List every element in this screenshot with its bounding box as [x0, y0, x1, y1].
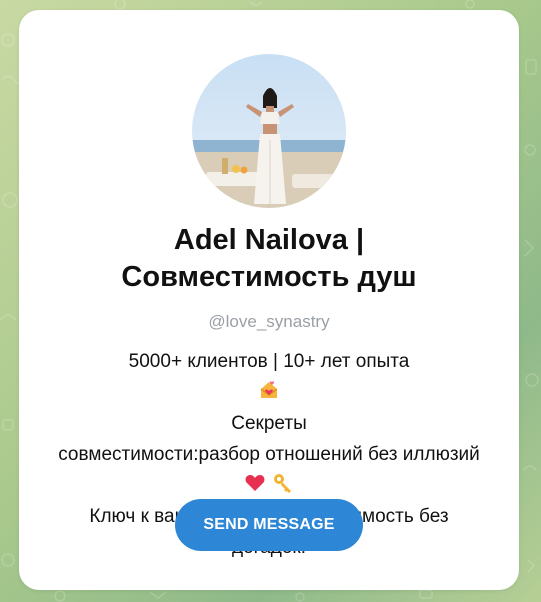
- bio-line-1-tail: Секреты: [231, 413, 307, 434]
- profile-name-line2: Совместимость душ: [121, 261, 417, 293]
- bio-line-1-text: 5000+ клиентов | 10+ лет опыта: [128, 351, 410, 372]
- bio-line-2: совместимости:разбор отношений без иллюз…: [58, 444, 480, 465]
- love-letter-icon: [260, 381, 278, 398]
- bio-line-1: 5000+ клиентов | 10+ лет опыта Секреты: [39, 346, 499, 439]
- key-icon: [273, 474, 291, 493]
- profile-photo-icon: [192, 54, 346, 208]
- profile-avatar[interactable]: [192, 54, 346, 208]
- heart-icon: [245, 475, 265, 491]
- send-message-button[interactable]: SEND MESSAGE: [175, 499, 363, 551]
- profile-username[interactable]: @love_synastry: [39, 312, 499, 332]
- profile-name-line1: Adel Nailova |: [173, 224, 365, 256]
- profile-name: Adel Nailova | Совместимость душ: [39, 222, 499, 296]
- profile-card: Adel Nailova | Совместимость душ @love_s…: [19, 10, 519, 590]
